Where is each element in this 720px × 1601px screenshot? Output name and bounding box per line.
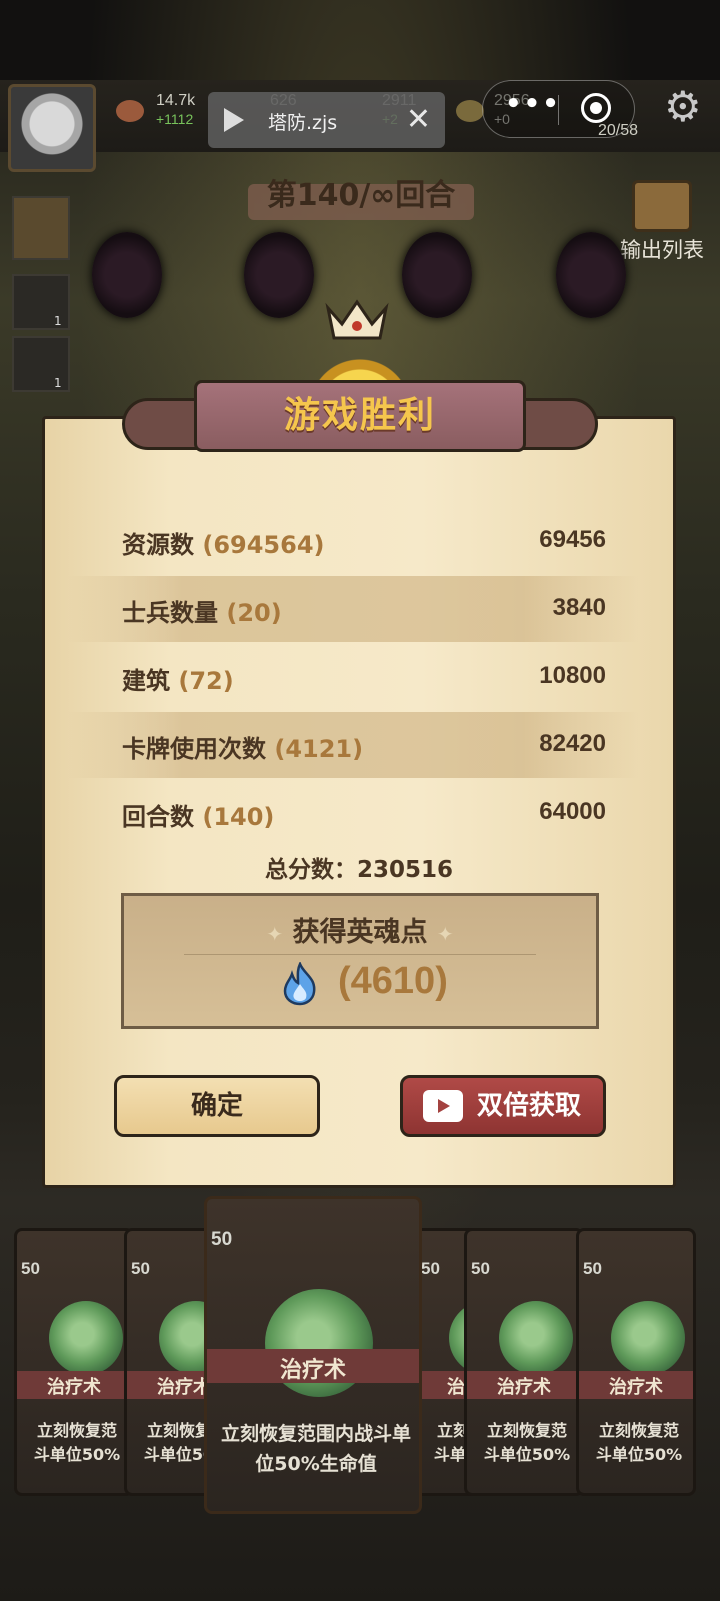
card-desc-line: 立刻恢复范 xyxy=(486,1421,567,1440)
row-label: 回合数 (140) xyxy=(122,797,274,832)
coin-icon xyxy=(456,100,484,122)
score-row-resources: 资源数 (694564) 69456 xyxy=(68,508,638,574)
card-desc-line: 斗单位50% xyxy=(595,1445,683,1464)
victory-ribbon: 游戏胜利 xyxy=(122,372,598,464)
heal-card[interactable]: 50 治疗术 立刻恢复范斗单位50% xyxy=(576,1228,696,1496)
score-row-buildings: 建筑 (72) 10800 xyxy=(68,644,638,710)
row-value: 82420 xyxy=(539,730,606,757)
crown-icon xyxy=(325,299,389,340)
row-label-text: 卡牌使用次数 xyxy=(122,735,266,763)
row-count: (140) xyxy=(202,803,275,831)
reward-points: (4610) xyxy=(338,960,448,1002)
output-list-label: 输出列表 xyxy=(620,238,704,262)
reward-box: ✦ 获得英魂点 ✦ (4610) xyxy=(121,893,599,1029)
total-score: 总分数：230516 xyxy=(264,857,454,883)
card-desc-line: 立刻恢复范 xyxy=(598,1421,679,1440)
row-label: 建筑 (72) xyxy=(122,661,234,696)
card-cost: 50 xyxy=(131,1259,150,1278)
score-row-soldiers: 士兵数量 (20) 3840 xyxy=(68,576,638,642)
output-list-button[interactable]: 输出列表 xyxy=(612,180,712,264)
unit-count: 20/58 xyxy=(598,122,639,139)
card-cost: 50 xyxy=(583,1259,602,1278)
card-name: 治疗术 xyxy=(279,1358,346,1383)
card-cost: 50 xyxy=(211,1229,233,1250)
row-value: 3840 xyxy=(552,594,606,621)
dialog-title: 游戏胜利 xyxy=(283,395,436,436)
potion-icon xyxy=(611,1301,685,1375)
card-desc-line: 立刻恢复范 xyxy=(36,1421,117,1440)
sword-emblem-icon[interactable] xyxy=(12,196,70,260)
exit-miniapp-icon[interactable] xyxy=(581,93,611,123)
card-desc: 立刻恢复范围内战斗单位50%生命值 xyxy=(220,1423,411,1475)
row-label-text: 建筑 xyxy=(122,667,170,695)
row-label-text: 回合数 xyxy=(122,803,194,831)
double-reward-label: 双倍获取 xyxy=(477,1091,582,1121)
card-name: 治疗术 xyxy=(47,1377,101,1398)
row-count: (4121) xyxy=(274,735,364,763)
card-name: 治疗术 xyxy=(497,1377,551,1398)
card-cost: 50 xyxy=(471,1259,490,1278)
double-reward-button[interactable]: 双倍获取 xyxy=(400,1075,606,1137)
play-icon xyxy=(224,108,244,132)
row-value: 64000 xyxy=(539,798,606,825)
row-value: 69456 xyxy=(539,526,606,553)
row-label: 卡牌使用次数 (4121) xyxy=(122,729,363,764)
card-desc: 立刻恢复范斗单位50% xyxy=(21,1419,131,1467)
sparkle-icon: ✦ xyxy=(266,922,284,946)
side-slot-count: 1 xyxy=(54,376,62,390)
meat-icon xyxy=(116,100,144,122)
potion-icon xyxy=(49,1301,123,1375)
confirm-label: 确定 xyxy=(190,1091,243,1121)
row-label: 资源数 (694564) xyxy=(122,525,325,560)
video-ad-icon xyxy=(423,1090,463,1122)
gear-icon[interactable]: ⚙ xyxy=(664,86,702,128)
sparkle-icon: ✦ xyxy=(436,922,454,946)
row-count: (20) xyxy=(226,599,282,627)
heal-card[interactable]: 50 治疗术 立刻恢复范斗单位50% xyxy=(464,1228,584,1496)
card-desc-line: 斗单位50% xyxy=(483,1445,571,1464)
miniapp-title: 塔防.zjs xyxy=(268,112,338,134)
reward-heading-text: 获得英魂点 xyxy=(292,917,428,948)
heal-card-selected[interactable]: 50 治疗术 立刻恢复范围内战斗单位50%生命值 xyxy=(204,1196,422,1514)
heal-card[interactable]: 50 治疗术 立刻恢复范斗单位50% xyxy=(14,1228,134,1496)
row-count: (694564) xyxy=(202,531,325,559)
card-cost: 50 xyxy=(421,1259,440,1278)
score-row-cards: 卡牌使用次数 (4121) 82420 xyxy=(68,712,638,778)
row-label: 士兵数量 (20) xyxy=(122,593,282,628)
row-value: 10800 xyxy=(539,662,606,689)
reward-divider xyxy=(184,954,536,955)
card-desc: 立刻恢复范斗单位50% xyxy=(471,1419,581,1467)
more-icon[interactable]: ••• xyxy=(505,89,561,119)
row-label-text: 资源数 xyxy=(122,531,194,559)
potion-icon xyxy=(499,1301,573,1375)
resource-meat: 14.7k +1112 xyxy=(156,92,195,128)
side-slot-count: 1 xyxy=(54,314,62,328)
output-list-icon xyxy=(632,180,692,232)
miniapp-title-tab[interactable]: 塔防.zjs ✕ xyxy=(208,92,445,148)
card-desc: 立刻恢复范斗单位50% xyxy=(583,1419,693,1467)
enemy-portal xyxy=(402,232,472,318)
enemy-portal xyxy=(556,232,626,318)
row-label-text: 士兵数量 xyxy=(122,599,218,627)
enemy-portal xyxy=(92,232,162,318)
soul-flame-icon xyxy=(283,962,316,1006)
close-icon[interactable]: ✕ xyxy=(406,102,431,137)
meat-delta: +1112 xyxy=(156,111,194,127)
round-text: 第140/∞回合 xyxy=(266,178,456,213)
row-count: (72) xyxy=(178,667,234,695)
card-cost: 50 xyxy=(21,1259,40,1278)
score-row-rounds: 回合数 (140) 64000 xyxy=(68,780,638,846)
hero-avatar[interactable] xyxy=(8,84,96,172)
confirm-button[interactable]: 确定 xyxy=(114,1075,320,1137)
card-name: 治疗术 xyxy=(609,1377,663,1398)
enemy-portal xyxy=(244,232,314,318)
reward-heading: ✦ 获得英魂点 ✦ xyxy=(124,910,596,949)
card-desc-line: 斗单位50% xyxy=(33,1445,121,1464)
meat-value: 14.7k xyxy=(156,92,196,109)
capsule-divider xyxy=(558,95,559,125)
